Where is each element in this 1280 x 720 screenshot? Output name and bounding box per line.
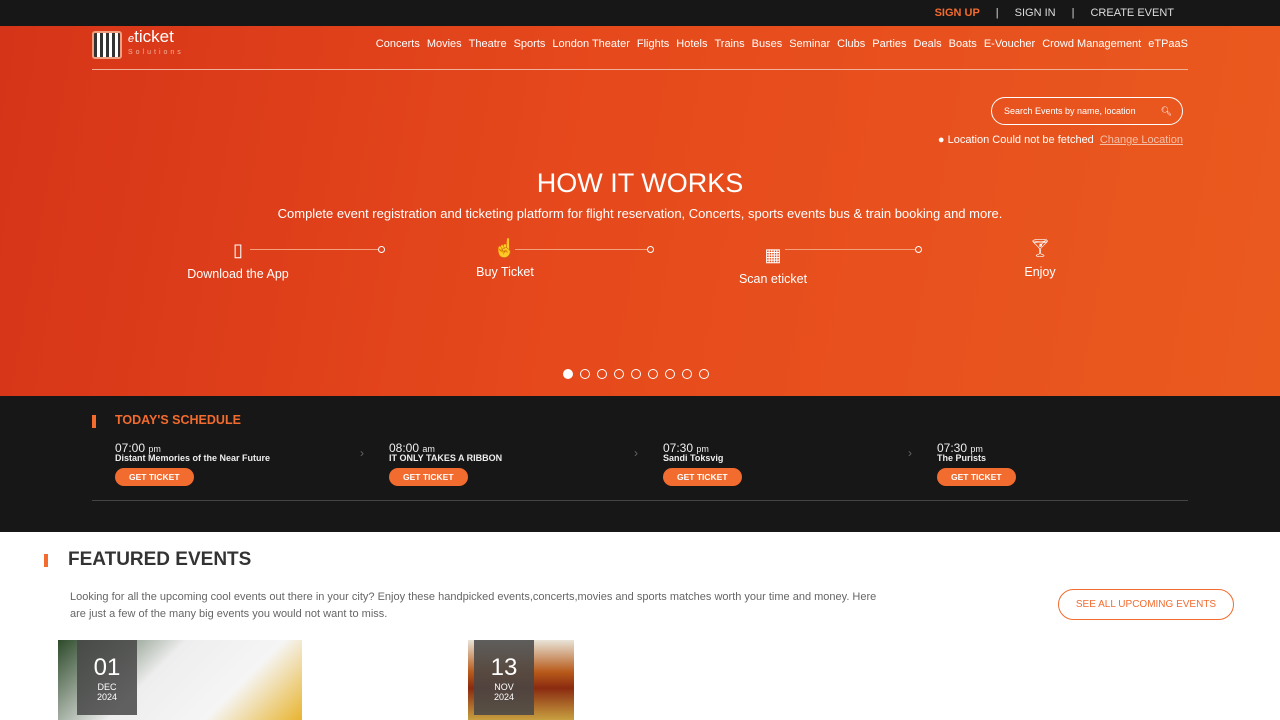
- step-connector: [250, 249, 378, 250]
- top-bar: SIGN UP | SIGN IN | CREATE EVENT: [0, 0, 1280, 26]
- get-ticket-button[interactable]: GET TICKET: [389, 468, 468, 486]
- nav-item[interactable]: Theatre: [469, 38, 507, 50]
- location-status: Location Could not be fetched: [947, 134, 1094, 146]
- event-card[interactable]: 13 NOV 2024: [468, 640, 574, 720]
- nav-item[interactable]: Clubs: [837, 38, 865, 50]
- get-ticket-button[interactable]: GET TICKET: [663, 468, 742, 486]
- nav-item[interactable]: Flights: [637, 38, 669, 50]
- step-label: Buy Ticket: [476, 265, 534, 279]
- step-label: Download the App: [187, 267, 289, 281]
- todays-schedule: TODAY'S SCHEDULE 07:00 pm Distant Memorie…: [0, 396, 1280, 532]
- carousel-dot[interactable]: [699, 369, 709, 379]
- schedule-divider: [92, 500, 1188, 501]
- schedule-item: 07:00 pm Distant Memories of the Near Fut…: [115, 441, 270, 486]
- schedule-item: 07:30 pm Sandi Toksvig GET TICKET: [663, 441, 742, 486]
- get-ticket-button[interactable]: GET TICKET: [937, 468, 1016, 486]
- step-dot: [378, 246, 385, 253]
- step-label: Scan eticket: [738, 272, 808, 286]
- carousel-dot[interactable]: [597, 369, 607, 379]
- cocktail-icon: 🍸︎: [1028, 238, 1052, 258]
- step-enjoy: 🍸︎ Enjoy: [970, 238, 1110, 279]
- search-input[interactable]: Search Events by name, location 🔍︎: [991, 97, 1183, 125]
- separator: |: [1071, 7, 1075, 19]
- see-all-events-button[interactable]: SEE ALL UPCOMING EVENTS: [1058, 589, 1234, 620]
- step-download: ▯ Download the App: [168, 240, 308, 281]
- featured-description: Looking for all the upcoming cool events…: [70, 591, 877, 620]
- schedule-title: TODAY'S SCHEDULE: [115, 413, 241, 427]
- schedule-item: 07:30 pm The Purists GET TICKET: [937, 441, 1016, 486]
- event-day: 13: [490, 654, 518, 681]
- featured-title: FEATURED EVENTS: [68, 549, 252, 570]
- nav-item[interactable]: Sports: [514, 38, 546, 50]
- nav-item[interactable]: Trains: [714, 38, 744, 50]
- nav-item[interactable]: Concerts: [376, 38, 420, 50]
- get-ticket-button[interactable]: GET TICKET: [115, 468, 194, 486]
- carousel-dot[interactable]: [682, 369, 692, 379]
- carousel-dot[interactable]: [614, 369, 624, 379]
- schedule-event-name: The Purists: [937, 453, 987, 463]
- carousel-dot[interactable]: [665, 369, 675, 379]
- logo[interactable]: eticket Solutions: [92, 27, 184, 60]
- change-location-link[interactable]: Change Location: [1100, 134, 1183, 146]
- section-marker: [44, 554, 48, 567]
- schedule-event-name: IT ONLY TAKES A RIBBON: [389, 453, 503, 463]
- event-year: 2024: [96, 692, 118, 702]
- event-month: NOV: [494, 682, 514, 692]
- map-pin-icon: ●: [937, 134, 945, 146]
- nav-item[interactable]: Movies: [427, 38, 462, 50]
- nav-item[interactable]: Seminar: [789, 38, 830, 50]
- hero-banner: eticket Solutions Concerts Movies Theatre Sp…: [0, 26, 1280, 396]
- event-card[interactable]: 01 DEC 2024: [58, 640, 302, 720]
- separator: |: [995, 7, 999, 19]
- schedule-event-name: Distant Memories of the Near Future: [115, 453, 271, 463]
- nav-item[interactable]: eTPaaS: [1148, 38, 1188, 50]
- chevron-right-icon[interactable]: ›: [908, 446, 912, 460]
- carousel-dot[interactable]: [580, 369, 590, 379]
- schedule-event-name: Sandi Toksvig: [663, 453, 724, 463]
- hero-subtitle: Complete event registration and ticketin…: [277, 206, 1003, 221]
- step-dot: [647, 246, 654, 253]
- chevron-right-icon[interactable]: ›: [634, 446, 638, 460]
- nav-item[interactable]: Crowd Management: [1042, 38, 1141, 50]
- create-event-link[interactable]: CREATE EVENT: [1090, 7, 1174, 19]
- carousel-dots: [563, 369, 709, 379]
- step-connector: [785, 249, 915, 250]
- logo-tagline: Solutions: [128, 49, 184, 56]
- phone-download-icon: ▯: [233, 240, 243, 260]
- location-info: ● Location Could not be fetched Change Lo…: [938, 134, 1183, 146]
- nav-divider: [92, 69, 1188, 70]
- nav-item[interactable]: Deals: [914, 38, 942, 50]
- nav-item[interactable]: Buses: [752, 38, 783, 50]
- qr-logo-icon: [92, 31, 122, 59]
- carousel-dot[interactable]: [563, 369, 573, 379]
- event-month: DEC: [97, 682, 117, 692]
- event-year: 2024: [493, 692, 515, 702]
- sign-in-link[interactable]: SIGN IN: [1015, 7, 1056, 19]
- search-icon[interactable]: 🔍︎: [1161, 106, 1172, 117]
- step-dot: [915, 246, 922, 253]
- schedule-item: 08:00 am IT ONLY TAKES A RIBBON GET TICKET: [389, 441, 502, 486]
- search-placeholder: Search Events by name, location: [1004, 106, 1136, 116]
- nav-item[interactable]: E-Voucher: [984, 38, 1035, 50]
- carousel-dot[interactable]: [631, 369, 641, 379]
- step-connector: [515, 249, 647, 250]
- chevron-right-icon[interactable]: ›: [360, 446, 364, 460]
- nav-item[interactable]: London Theater: [552, 38, 629, 50]
- step-buy: ☝ Buy Ticket: [435, 238, 575, 279]
- event-date: 01 DEC 2024: [77, 640, 137, 715]
- carousel-dot[interactable]: [648, 369, 658, 379]
- sign-up-link[interactable]: SIGN UP: [935, 7, 980, 19]
- section-marker: [92, 415, 96, 428]
- step-scan: ▦ Scan eticket: [703, 240, 843, 286]
- nav-item[interactable]: Boats: [949, 38, 977, 50]
- step-label: Enjoy: [1024, 265, 1056, 279]
- hero-title: HOW IT WORKS: [536, 168, 744, 198]
- event-date: 13 NOV 2024: [474, 640, 534, 715]
- event-day: 01: [93, 654, 121, 681]
- nav-item[interactable]: Parties: [872, 38, 906, 50]
- logo-name: ticket: [134, 27, 174, 46]
- main-nav: Concerts Movies Theatre Sports London Theate…: [376, 38, 1188, 50]
- nav-item[interactable]: Hotels: [676, 38, 707, 50]
